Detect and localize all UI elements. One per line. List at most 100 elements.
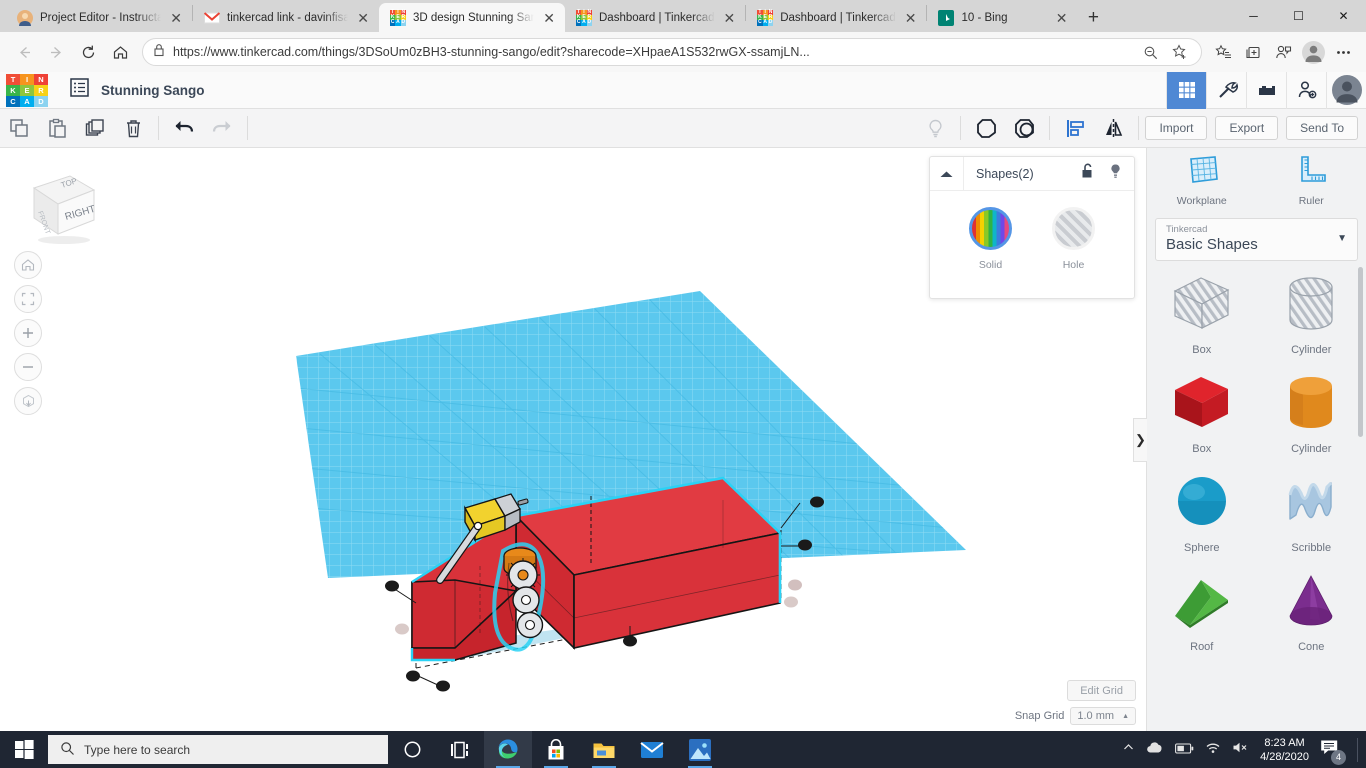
browser-tab-5[interactable]: 10 - Bing ✕ <box>927 3 1077 32</box>
export-button[interactable]: Export <box>1215 116 1279 140</box>
wifi-icon[interactable] <box>1205 741 1221 759</box>
file-explorer-icon[interactable] <box>580 731 628 768</box>
shape-label: Cone <box>1298 641 1325 653</box>
back-arrow-icon[interactable] <box>8 36 40 68</box>
tab-close-button[interactable]: ✕ <box>355 11 371 25</box>
home-icon[interactable] <box>104 36 136 68</box>
tab-close-button[interactable]: ✕ <box>1054 11 1070 25</box>
blocks-icon[interactable] <box>1246 71 1286 109</box>
shape-item-cone[interactable]: Cone <box>1257 570 1366 653</box>
microsoft-store-icon[interactable] <box>532 731 580 768</box>
shape-item-sphere[interactable]: Sphere <box>1147 471 1257 554</box>
shape-item-box[interactable]: Box <box>1147 372 1257 455</box>
shapes-properties-panel[interactable]: Shapes(2) Solid Hole <box>929 156 1135 299</box>
shape-item-hole-cylinder[interactable]: Cylinder <box>1257 273 1366 356</box>
chevron-up-icon[interactable] <box>930 156 964 191</box>
cortana-icon[interactable] <box>388 731 436 768</box>
maximize-button[interactable]: ☐ <box>1276 0 1321 32</box>
shape-option-solid[interactable]: Solid <box>969 207 1012 271</box>
home-view-icon[interactable] <box>14 251 42 279</box>
collections-icon[interactable] <box>1238 37 1268 67</box>
view-cube[interactable]: TOP FRONT RIGHT <box>14 166 100 251</box>
search-input[interactable]: Type here to search <box>48 735 388 764</box>
undo-icon[interactable] <box>165 109 203 148</box>
mail-icon[interactable] <box>628 731 676 768</box>
paste-icon[interactable] <box>38 109 76 148</box>
shape-item-scribble[interactable]: Scribble <box>1257 471 1366 554</box>
windows-start-icon[interactable] <box>0 731 48 768</box>
show-desktop-button[interactable] <box>1357 737 1358 762</box>
gmail-icon <box>203 10 221 26</box>
browser-avatar-icon[interactable] <box>1298 37 1328 67</box>
delete-icon[interactable] <box>114 109 152 148</box>
apps-grid-icon[interactable] <box>1166 71 1206 109</box>
close-window-button[interactable]: ✕ <box>1321 0 1366 32</box>
tab-close-button[interactable]: ✕ <box>722 11 738 25</box>
tools-icon[interactable] <box>1206 71 1246 109</box>
unlock-icon[interactable] <box>1081 163 1095 184</box>
volume-muted-icon[interactable] <box>1232 741 1249 759</box>
new-tab-button[interactable]: + <box>1077 3 1109 32</box>
task-view-icon[interactable] <box>436 731 484 768</box>
fit-all-icon[interactable] <box>14 285 42 313</box>
tab-close-button[interactable]: ✕ <box>168 11 184 25</box>
photos-icon[interactable] <box>676 731 724 768</box>
add-favorite-icon[interactable] <box>1165 37 1195 67</box>
mirror-icon[interactable] <box>1094 109 1132 148</box>
ungroup-icon[interactable] <box>1005 109 1043 148</box>
shape-grid-scrollbar[interactable] <box>1358 267 1363 437</box>
reload-icon[interactable] <box>72 36 104 68</box>
address-bar[interactable]: https://www.tinkercad.com/things/3DSoUm0… <box>142 38 1202 66</box>
tinkercad-logo[interactable]: T I N K E R C A D <box>6 73 48 107</box>
lightbulb-icon[interactable] <box>916 109 954 148</box>
add-person-icon[interactable] <box>1286 71 1326 109</box>
browser-tab-0[interactable]: Project Editor - Instructa ✕ <box>6 3 192 32</box>
copy-icon[interactable] <box>0 109 38 148</box>
show-hidden-icons-icon[interactable] <box>1122 741 1135 759</box>
shape-item-hole-box[interactable]: Box <box>1147 273 1257 356</box>
zoom-out-icon[interactable] <box>1135 37 1165 67</box>
shape-option-hole[interactable]: Hole <box>1052 207 1095 271</box>
browser-tab-3[interactable]: TIN KER CAD Dashboard | Tinkercad ✕ <box>565 3 745 32</box>
duplicate-icon[interactable] <box>76 109 114 148</box>
sidebar-item-workplane[interactable]: Workplane <box>1147 154 1257 212</box>
user-avatar-icon <box>17 9 33 26</box>
shape-item-roof[interactable]: Roof <box>1147 570 1257 653</box>
sidebar-item-ruler[interactable]: Ruler <box>1257 154 1366 212</box>
edit-grid-button[interactable]: Edit Grid <box>1067 680 1136 701</box>
list-view-icon[interactable] <box>70 78 89 102</box>
edge-icon[interactable] <box>484 731 532 768</box>
more-options-icon[interactable] <box>1328 37 1358 67</box>
avatar[interactable] <box>1326 71 1366 109</box>
profile-share-icon[interactable] <box>1268 37 1298 67</box>
zoom-in-icon[interactable] <box>14 319 42 347</box>
shape-library-select[interactable]: Tinkercad Basic Shapes ▼ <box>1155 218 1358 261</box>
action-center-icon[interactable]: 4 <box>1320 739 1346 765</box>
tab-close-button[interactable]: ✕ <box>541 11 557 25</box>
import-button[interactable]: Import <box>1145 116 1208 140</box>
clock[interactable]: 8:23 AM 4/28/2020 <box>1260 736 1309 764</box>
ortho-perspective-icon[interactable] <box>14 387 42 415</box>
browser-tab-2[interactable]: TIN KER CAD 3D design Stunning San ✕ <box>379 3 565 32</box>
browser-tab-1[interactable]: tinkercad link - davinfisa ✕ <box>193 3 379 32</box>
logo-letter: R <box>34 84 48 96</box>
tab-close-button[interactable]: ✕ <box>903 11 919 25</box>
onedrive-icon[interactable] <box>1146 741 1164 759</box>
shape-item-cylinder[interactable]: Cylinder <box>1257 372 1366 455</box>
panel-collapse-toggle[interactable]: ❯ <box>1133 418 1147 462</box>
align-icon[interactable] <box>1056 109 1094 148</box>
battery-icon[interactable] <box>1175 741 1194 759</box>
redo-icon[interactable] <box>203 109 241 148</box>
favorites-list-icon[interactable] <box>1208 37 1238 67</box>
minimize-button[interactable]: ─ <box>1231 0 1276 32</box>
bing-icon <box>938 9 955 26</box>
lightbulb-icon[interactable] <box>1109 163 1122 184</box>
zoom-out-icon[interactable] <box>14 353 42 381</box>
snap-grid-select[interactable]: 1.0 mm ▲ <box>1070 707 1136 725</box>
editor-toolbar: Import Export Send To <box>0 109 1366 148</box>
ruler-label: Ruler <box>1298 195 1324 207</box>
group-icon[interactable] <box>967 109 1005 148</box>
browser-tab-4[interactable]: TIN KER CAD Dashboard | Tinkercad ✕ <box>746 3 926 32</box>
send-to-button[interactable]: Send To <box>1286 116 1358 140</box>
forward-arrow-icon[interactable] <box>40 36 72 68</box>
